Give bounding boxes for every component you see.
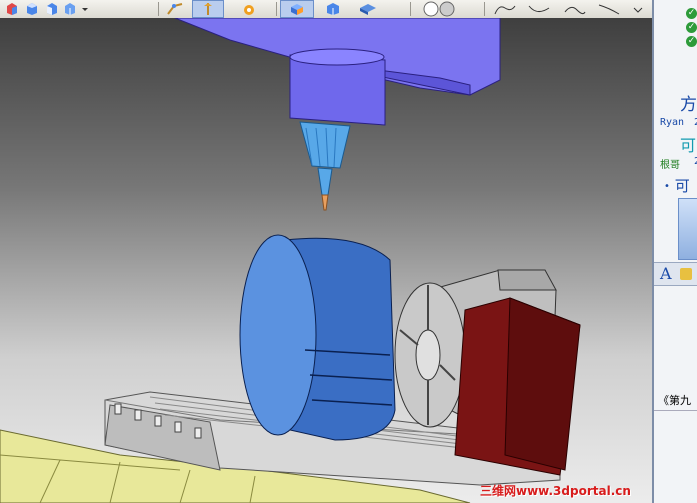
toolbar-dropdown-arrow-icon[interactable] xyxy=(80,0,90,18)
emoticon-icon[interactable] xyxy=(680,268,692,280)
view-cube-top-icon[interactable] xyxy=(24,0,40,18)
toolbar-more-icon[interactable] xyxy=(628,0,648,18)
author-1-name[interactable]: Ryan xyxy=(660,117,684,128)
wireframe-cube-icon[interactable] xyxy=(322,0,344,18)
thumbnail-image[interactable] xyxy=(678,198,697,260)
reply-2-text: • 可 xyxy=(664,175,690,196)
toolpath-curve-2-icon[interactable] xyxy=(524,0,554,18)
section-view-icon[interactable] xyxy=(354,0,382,18)
reply-2-label: 可 xyxy=(674,177,690,195)
simulation-icon[interactable] xyxy=(420,0,460,18)
toolpath-curve-3-icon[interactable] xyxy=(560,0,590,18)
workpiece-face xyxy=(239,234,317,436)
side-panel: ✓ ✓ ✓ 方 Ryan 2 可 根哥 2 • 可 A 《第九 xyxy=(652,0,697,503)
font-icon[interactable]: A xyxy=(660,264,672,283)
3d-viewport[interactable]: X xyxy=(0,18,652,503)
reply-1-text: 可 xyxy=(680,136,697,155)
check-icon: ✓ xyxy=(686,22,697,33)
rotate-icon[interactable] xyxy=(238,0,260,18)
tool-path-icon[interactable] xyxy=(164,0,186,18)
cad-toolbar xyxy=(0,0,652,19)
format-toolbar: A xyxy=(654,262,697,286)
cutting-tool xyxy=(299,121,351,169)
view-cube-front-icon[interactable] xyxy=(4,0,20,18)
shaded-view-icon[interactable] xyxy=(280,0,314,18)
pointer-tool-icon[interactable] xyxy=(192,0,224,18)
check-icon: ✓ xyxy=(686,8,697,19)
check-icon: ✓ xyxy=(686,36,697,47)
footer-title[interactable]: 《第九 xyxy=(658,392,691,408)
view-cube-right-icon[interactable] xyxy=(44,0,60,18)
bullet-icon: • xyxy=(664,181,670,192)
toolpath-curve-1-icon[interactable] xyxy=(490,0,520,18)
machine-scene xyxy=(0,18,581,503)
panel-heading: 方 xyxy=(680,95,697,115)
watermark: 三维网www.3dportal.cn xyxy=(480,484,631,498)
spindle xyxy=(289,54,386,126)
view-cube-iso-icon[interactable] xyxy=(62,0,78,18)
toolpath-curve-4-icon[interactable] xyxy=(594,0,624,18)
author-2-name[interactable]: 根哥 xyxy=(660,156,680,171)
